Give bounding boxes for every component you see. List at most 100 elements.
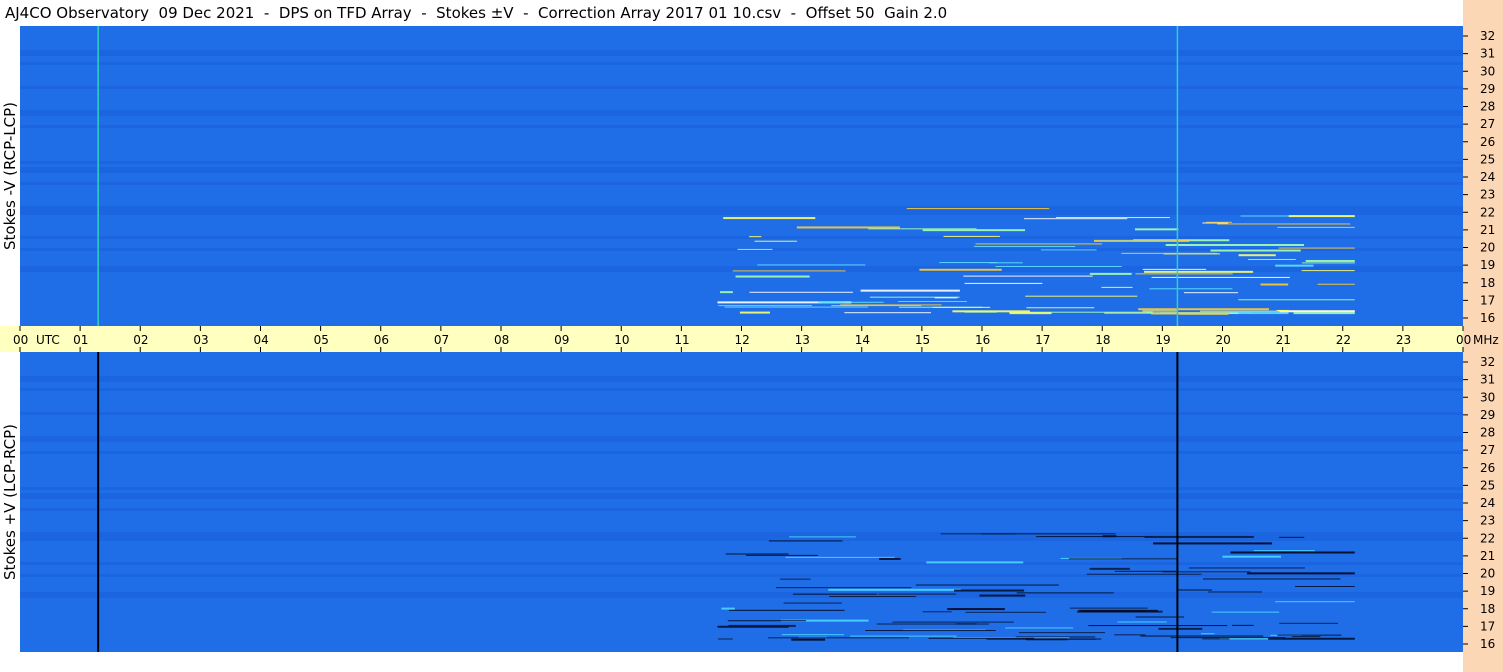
bottom-burst-streak — [1114, 634, 1146, 636]
bottom-burst-streak — [1068, 558, 1177, 560]
bottom-burst-streak — [947, 608, 1005, 611]
top-burst-streak — [1238, 254, 1276, 257]
time-tick-label: 15 — [915, 333, 930, 347]
bottom-burst-streak — [879, 557, 901, 560]
top-burst-streak — [1238, 299, 1355, 301]
bottom-frequency-label: 23 — [1480, 514, 1495, 528]
bottom-burst-streak — [1222, 555, 1281, 558]
top-burst-streak — [1217, 223, 1351, 225]
top-burst-streak — [754, 240, 798, 242]
time-tick-label: 12 — [735, 333, 750, 347]
top-burst-streak — [1278, 247, 1355, 249]
time-tick-label: 16 — [975, 333, 990, 347]
top-burst-streak — [1089, 272, 1132, 275]
top-burst-streak — [831, 305, 922, 307]
top-burst-streak — [1301, 262, 1355, 264]
frequency-unit-label: MHz — [1473, 333, 1499, 347]
time-tick-label: 21 — [1276, 333, 1291, 347]
bottom-burst-streak — [783, 602, 843, 604]
time-tick-label: 04 — [254, 333, 269, 347]
bottom-burst-streak — [965, 611, 1047, 613]
top-panel-band — [20, 110, 1463, 116]
top-burst-streak — [1293, 312, 1355, 315]
bottom-burst-streak — [721, 607, 735, 610]
top-frequency-label: 19 — [1480, 258, 1495, 272]
bottom-burst-streak — [768, 540, 843, 542]
bottom-burst-streak — [1016, 592, 1114, 594]
top-burst-streak — [844, 312, 932, 314]
top-burst-streak — [963, 275, 1093, 277]
bottom-frequency-label: 29 — [1480, 408, 1495, 422]
top-frequency-label: 21 — [1480, 223, 1495, 237]
top-burst-streak — [1099, 240, 1174, 242]
bottom-frequency-label: 17 — [1480, 619, 1495, 633]
top-burst-streak — [1248, 258, 1296, 260]
bottom-frequency-label: 24 — [1480, 496, 1495, 510]
bottom-burst-streak — [1295, 586, 1355, 588]
bottom-burst-streak — [1089, 567, 1130, 570]
bottom-frequency-label: 32 — [1480, 355, 1495, 369]
top-panel-band — [20, 125, 1463, 128]
bottom-panel-band — [20, 562, 1463, 565]
top-burst-streak — [749, 236, 762, 238]
bottom-burst-streak — [1247, 572, 1355, 575]
bottom-burst-streak — [779, 578, 811, 580]
top-frequency-label: 25 — [1480, 152, 1495, 166]
bottom-frequency-label: 30 — [1480, 390, 1495, 404]
bottom-burst-streak — [892, 621, 1014, 623]
top-burst-streak — [739, 311, 770, 314]
bottom-burst-streak — [1277, 634, 1342, 636]
time-tick-label: 19 — [1155, 333, 1170, 347]
bottom-burst-streak — [940, 533, 1016, 535]
top-burst-streak — [1144, 270, 1254, 273]
bottom-burst-streak — [1069, 607, 1148, 609]
bottom-burst-streak — [728, 609, 845, 611]
time-tick-label: 18 — [1095, 333, 1110, 347]
top-frequency-label: 32 — [1480, 29, 1495, 43]
top-burst-streak — [860, 289, 960, 292]
top-burst-streak — [1121, 252, 1218, 254]
bottom-burst-streak — [829, 595, 916, 597]
top-burst-streak — [1040, 249, 1097, 251]
top-burst-streak — [1276, 309, 1289, 311]
top-burst-streak — [796, 226, 900, 229]
top-burst-streak — [922, 229, 1026, 232]
bottom-burst-streak — [791, 638, 826, 641]
top-panel-band — [20, 206, 1463, 209]
bottom-frequency-label: 16 — [1480, 637, 1495, 651]
top-panel-band — [20, 50, 1463, 56]
top-panel-band — [20, 161, 1463, 164]
bottom-burst-streak — [878, 593, 957, 595]
top-panel-band — [20, 236, 1463, 239]
top-burst-streak — [1138, 308, 1269, 311]
bottom-panel-band — [20, 592, 1463, 598]
top-burst-streak — [919, 268, 1002, 271]
time-tick-label: 05 — [314, 333, 329, 347]
top-burst-streak — [1055, 217, 1170, 219]
bottom-panel-band — [20, 493, 1463, 499]
bottom-burst-streak — [785, 556, 895, 558]
bottom-burst-streak — [727, 620, 807, 622]
top-burst-streak — [718, 305, 813, 307]
bottom-panel-band — [20, 508, 1463, 511]
top-burst-streak — [1183, 292, 1239, 294]
bottom-burst-streak — [1202, 638, 1230, 640]
bottom-burst-streak — [1086, 573, 1202, 575]
top-burst-streak — [1288, 215, 1355, 218]
bottom-burst-streak — [1170, 637, 1286, 639]
bottom-burst-streak — [1153, 542, 1273, 545]
top-burst-streak — [1275, 264, 1314, 267]
top-burst-streak — [1279, 310, 1355, 313]
top-panel-band — [20, 182, 1463, 185]
top-burst-streak — [1151, 312, 1230, 315]
top-burst-streak — [906, 208, 1050, 210]
top-burst-streak — [1142, 268, 1207, 270]
time-tick-label: 17 — [1035, 333, 1050, 347]
bottom-burst-streak — [717, 638, 733, 640]
top-burst-streak — [995, 265, 1122, 267]
bottom-panel-band — [20, 412, 1463, 415]
bottom-burst-streak — [922, 611, 952, 613]
top-burst-streak — [821, 302, 844, 304]
bottom-burst-streak — [725, 553, 789, 555]
top-burst-streak — [988, 262, 1023, 264]
